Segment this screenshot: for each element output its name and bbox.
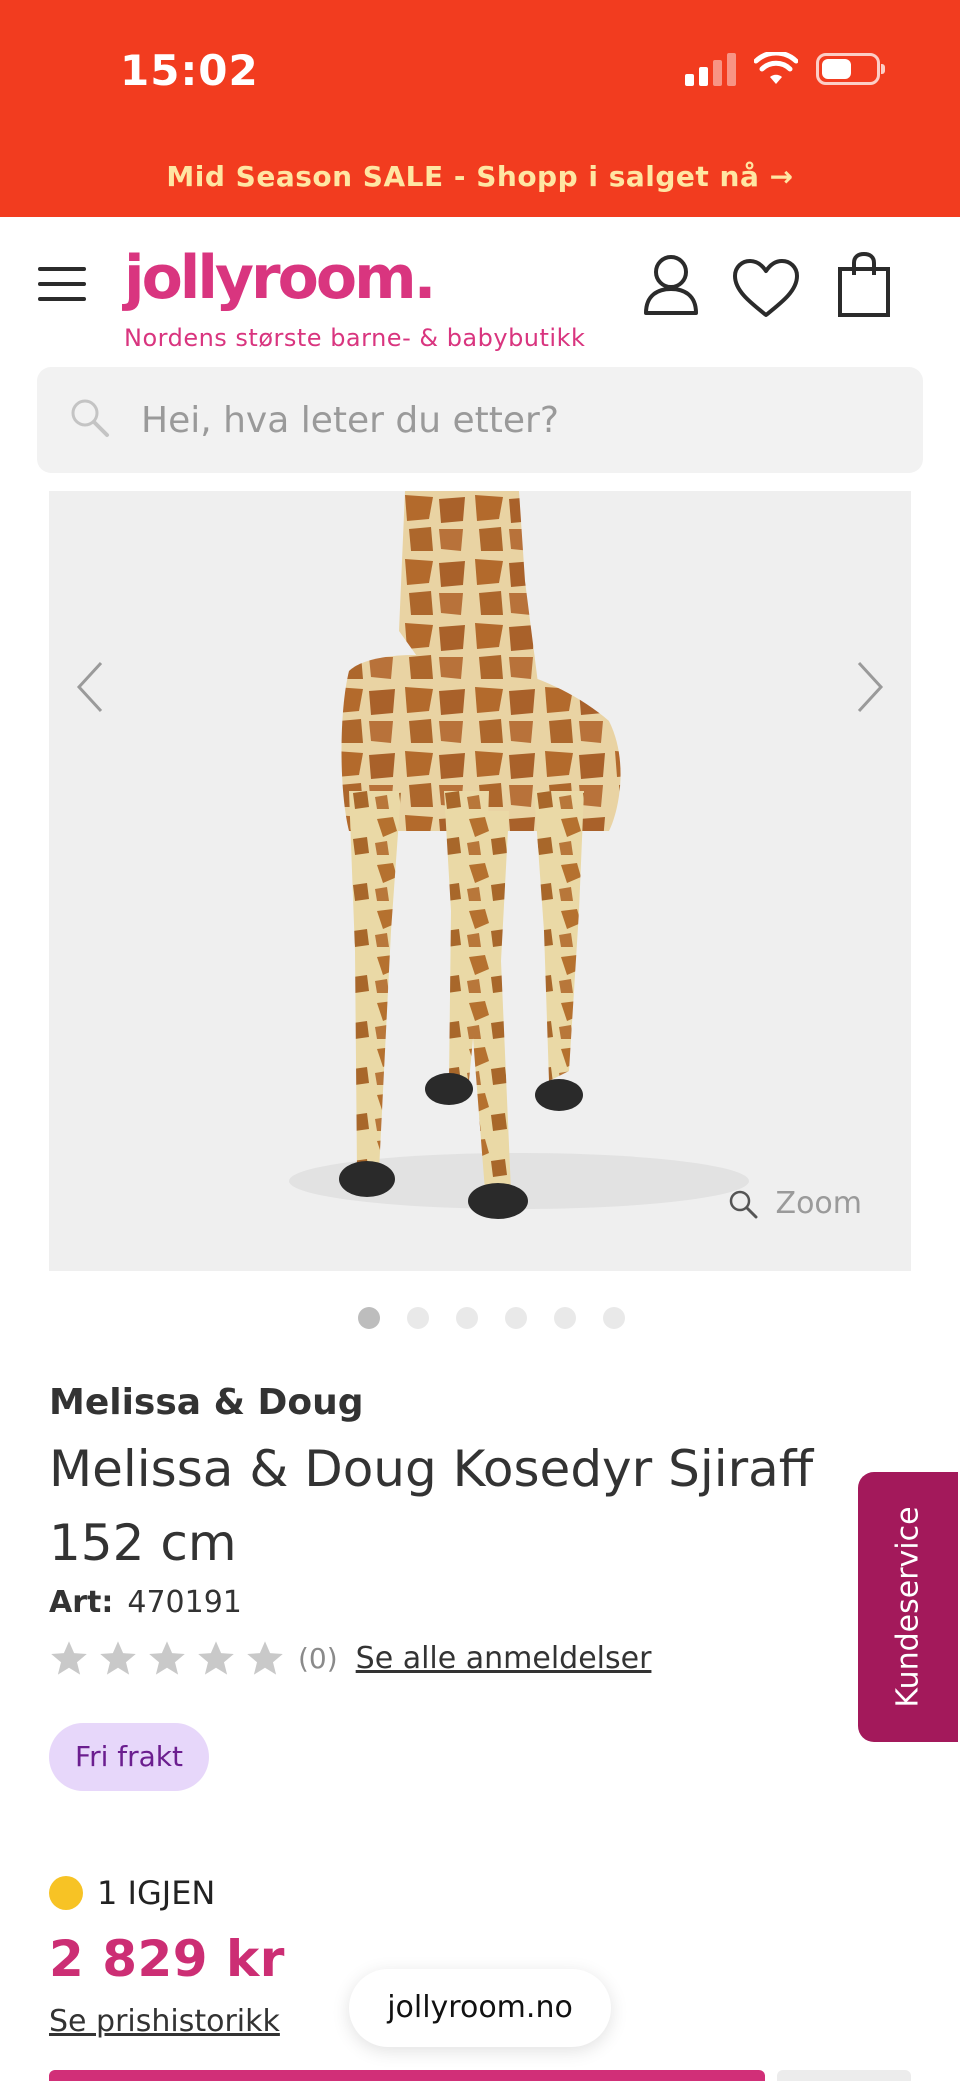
gallery-dot[interactable] [603, 1307, 625, 1329]
gallery-dot[interactable] [358, 1307, 380, 1329]
logo[interactable]: jollyroom. [124, 243, 436, 313]
customer-service-label: Kundeservice [890, 1506, 926, 1708]
site-header: jollyroom. Nordens største barne- & baby… [0, 217, 960, 367]
wifi-icon [754, 52, 798, 84]
article-value: 470191 [127, 1585, 242, 1620]
search-icon [71, 399, 109, 437]
secondary-action-button[interactable] [777, 2070, 911, 2081]
battery-icon [816, 53, 885, 85]
status-time: 15:02 [120, 46, 259, 95]
product-brand[interactable]: Melissa & Doug [49, 1382, 364, 1423]
status-icons [685, 52, 885, 86]
star-rating [49, 1638, 294, 1678]
star-icon [51, 1641, 87, 1675]
product-title: Melissa & Doug Kosedyr Sjiraff 152 cm [49, 1440, 814, 1572]
gallery-dot[interactable] [554, 1307, 576, 1329]
tagline: Nordens største barne- & babybutikk [124, 324, 586, 352]
gallery-dot[interactable] [407, 1307, 429, 1329]
stock-text: 1 IGJEN [97, 1874, 216, 1912]
next-image-arrow-icon[interactable] [855, 659, 885, 715]
stock-indicator-icon [49, 1876, 83, 1910]
article-label: Art: [49, 1585, 114, 1620]
zoom-label: Zoom [775, 1186, 862, 1221]
browser-url-pill[interactable]: jollyroom.no [349, 1969, 611, 2047]
star-icon [247, 1641, 283, 1675]
product-price: 2 829 kr [49, 1930, 285, 1988]
gallery-pagination [358, 1307, 625, 1329]
see-all-reviews-link[interactable]: Se alle anmeldelser [356, 1641, 652, 1676]
price-history-link[interactable]: Se prishistorikk [49, 2004, 280, 2039]
product-image-gallery[interactable]: Zoom [49, 491, 911, 1271]
article-number: Art: 470191 [49, 1585, 242, 1620]
promo-text[interactable]: Mid Season SALE - Shopp i salget nå → [0, 160, 960, 193]
gallery-dot[interactable] [505, 1307, 527, 1329]
star-icon [149, 1641, 185, 1675]
account-icon[interactable] [642, 253, 700, 317]
gallery-dot[interactable] [456, 1307, 478, 1329]
previous-image-arrow-icon[interactable] [75, 659, 105, 715]
magnifier-icon [729, 1190, 758, 1218]
promo-banner[interactable]: 15:02 Mid Season SALE - Shopp i salget n… [0, 0, 960, 217]
menu-icon[interactable] [38, 267, 86, 301]
star-icon [198, 1641, 234, 1675]
star-icon [100, 1641, 136, 1675]
review-count: (0) [298, 1641, 338, 1675]
search-bar[interactable] [37, 367, 923, 473]
rating-row: (0) Se alle anmeldelser [49, 1638, 651, 1678]
search-input[interactable] [141, 367, 881, 473]
heart-icon[interactable] [731, 257, 801, 319]
zoom-button[interactable]: Zoom [728, 1186, 862, 1221]
stock-status: 1 IGJEN [49, 1874, 215, 1912]
signal-icon [685, 52, 736, 86]
shopping-bag-icon[interactable] [836, 251, 892, 319]
add-to-cart-button[interactable] [49, 2070, 765, 2081]
customer-service-tab[interactable]: Kundeservice [858, 1472, 958, 1742]
product-image [289, 491, 749, 1219]
free-shipping-badge: Fri frakt [49, 1723, 209, 1791]
